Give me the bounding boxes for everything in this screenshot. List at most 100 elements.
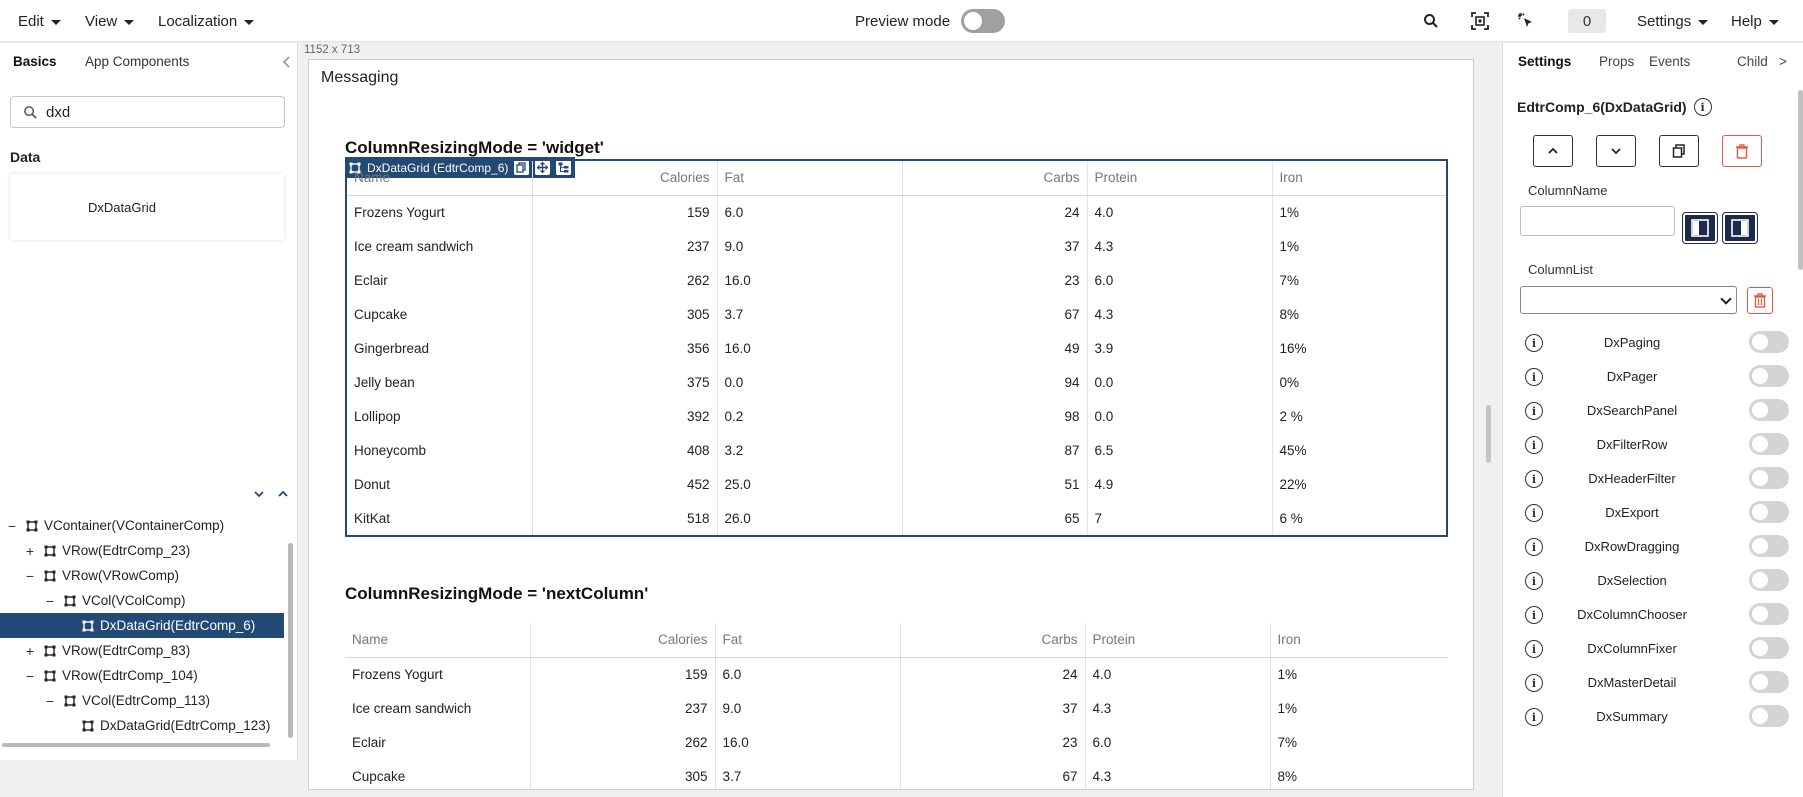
table-row[interactable]: Jelly bean 375 0.0 94 0.0 0% bbox=[347, 365, 1446, 399]
tab-events[interactable]: Events bbox=[1649, 54, 1690, 69]
tab-app-components[interactable]: App Components bbox=[85, 54, 189, 69]
tree-item[interactable]: − VRow(VRowComp) bbox=[24, 563, 179, 588]
tree-toggle[interactable]: − bbox=[6, 518, 18, 534]
tab-settings[interactable]: Settings bbox=[1518, 54, 1571, 69]
info-icon[interactable]: i bbox=[1525, 470, 1543, 488]
tree-toggle[interactable]: + bbox=[24, 543, 36, 559]
tree-toggle[interactable]: + bbox=[24, 643, 36, 659]
info-icon[interactable]: i bbox=[1525, 572, 1543, 590]
tab-props[interactable]: Props bbox=[1599, 54, 1634, 69]
tree-item[interactable]: + VRow(EdtrComp_83) bbox=[24, 638, 190, 663]
tree-item[interactable]: − VRow(EdtrComp_104) bbox=[24, 663, 198, 688]
info-icon[interactable]: i bbox=[1525, 538, 1543, 556]
tree-item[interactable]: − VCol(EdtrComp_113) bbox=[44, 688, 210, 713]
tabs-scroll-right[interactable]: > bbox=[1779, 54, 1787, 69]
info-icon[interactable]: i bbox=[1525, 402, 1543, 420]
info-icon[interactable]: i bbox=[1525, 674, 1543, 692]
plugin-toggle[interactable] bbox=[1749, 603, 1789, 625]
column-list-select[interactable] bbox=[1520, 286, 1737, 314]
tree-horizontal-scrollbar[interactable] bbox=[2, 743, 270, 747]
col-header-iron[interactable]: Iron bbox=[1270, 623, 1448, 658]
info-icon[interactable]: i bbox=[1525, 606, 1543, 624]
duplicate-button[interactable] bbox=[1659, 135, 1699, 167]
expand-all-icon[interactable] bbox=[252, 487, 266, 501]
tree-item[interactable]: − VContainer(VContainerComp) bbox=[6, 513, 224, 538]
plugin-toggle[interactable] bbox=[1749, 399, 1789, 421]
component-search-input[interactable] bbox=[46, 103, 266, 121]
col-header-protein[interactable]: Protein bbox=[1085, 623, 1271, 658]
tree-item[interactable]: + VRow(EdtrComp_23) bbox=[24, 538, 190, 563]
collapse-left-icon[interactable] bbox=[280, 55, 294, 69]
plugin-toggle[interactable] bbox=[1749, 467, 1789, 489]
col-header-protein[interactable]: Protein bbox=[1087, 161, 1273, 196]
table-row[interactable]: Eclair 262 16.0 23 6.0 7% bbox=[345, 725, 1448, 759]
col-header-calories[interactable]: Calories bbox=[530, 623, 716, 658]
info-icon[interactable]: i bbox=[1693, 98, 1712, 116]
data-grid-nextcolumn[interactable]: Name Calories Fat Carbs Protein Iron Fro… bbox=[345, 623, 1448, 789]
col-header-name[interactable]: Name bbox=[347, 161, 533, 196]
tree-toggle[interactable]: − bbox=[44, 693, 56, 709]
plugin-toggle[interactable] bbox=[1749, 501, 1789, 523]
table-row[interactable]: Cupcake 305 3.7 67 4.3 8% bbox=[345, 759, 1448, 789]
table-row[interactable]: Cupcake 305 3.7 67 4.3 8% bbox=[347, 297, 1446, 331]
table-row[interactable]: Gingerbread 356 16.0 49 3.9 16% bbox=[347, 331, 1446, 365]
component-card-dxdatagrid[interactable]: DxDataGrid bbox=[10, 174, 284, 240]
notification-counter[interactable]: 0 bbox=[1568, 9, 1606, 33]
info-icon[interactable]: i bbox=[1525, 708, 1543, 726]
table-row[interactable]: KitKat 518 26.0 65 7 6 % bbox=[347, 501, 1446, 535]
search-icon[interactable] bbox=[1420, 10, 1442, 32]
col-header-carbs[interactable]: Carbs bbox=[902, 161, 1088, 196]
localization-menu[interactable]: Localization bbox=[158, 0, 255, 42]
preview-mode-toggle[interactable] bbox=[961, 9, 1006, 33]
column-name-input[interactable] bbox=[1520, 206, 1675, 236]
col-header-name[interactable]: Name bbox=[345, 623, 531, 658]
tree-toggle[interactable]: − bbox=[24, 668, 36, 684]
table-row[interactable]: Ice cream sandwich 237 9.0 37 4.3 1% bbox=[347, 229, 1446, 263]
table-row[interactable]: Donut 452 25.0 51 4.9 22% bbox=[347, 467, 1446, 501]
plugin-toggle[interactable] bbox=[1749, 637, 1789, 659]
help-menu[interactable]: Help bbox=[1731, 0, 1779, 42]
col-header-iron[interactable]: Iron bbox=[1272, 161, 1446, 196]
qr-scan-icon[interactable] bbox=[1469, 10, 1491, 32]
tree-toggle[interactable]: − bbox=[24, 568, 36, 584]
table-row[interactable]: Honeycomb 408 3.2 87 6.5 45% bbox=[347, 433, 1446, 467]
add-column-right-button[interactable] bbox=[1723, 213, 1757, 243]
col-header-fat[interactable]: Fat bbox=[717, 161, 903, 196]
right-panel-scrollbar[interactable] bbox=[1798, 90, 1803, 270]
col-header-carbs[interactable]: Carbs bbox=[900, 623, 1086, 658]
table-row[interactable]: Eclair 262 16.0 23 6.0 7% bbox=[347, 263, 1446, 297]
info-icon[interactable]: i bbox=[1525, 436, 1543, 454]
plugin-toggle[interactable] bbox=[1749, 569, 1789, 591]
delete-component-button[interactable] bbox=[1722, 135, 1762, 167]
tab-child[interactable]: Child bbox=[1737, 54, 1768, 69]
table-row[interactable]: Ice cream sandwich 237 9.0 37 4.3 1% bbox=[345, 691, 1448, 725]
move-up-button[interactable] bbox=[1533, 135, 1573, 167]
tree-item[interactable]: − VCol(VColComp) bbox=[44, 588, 186, 613]
panel-resize-handle[interactable] bbox=[1486, 405, 1491, 463]
plugin-toggle[interactable] bbox=[1749, 331, 1789, 353]
col-header-fat[interactable]: Fat bbox=[715, 623, 901, 658]
plugin-toggle[interactable] bbox=[1749, 671, 1789, 693]
tree-toggle[interactable]: − bbox=[44, 593, 56, 609]
tree-item[interactable]: DxDataGrid(EdtrComp_123) bbox=[62, 713, 270, 738]
info-icon[interactable]: i bbox=[1525, 504, 1543, 522]
collapse-all-icon[interactable] bbox=[276, 487, 290, 501]
settings-menu[interactable]: Settings bbox=[1637, 0, 1709, 42]
move-down-button[interactable] bbox=[1596, 135, 1636, 167]
view-menu[interactable]: View bbox=[85, 0, 135, 42]
tree-item-selected[interactable]: DxDataGrid(EdtrComp_6) bbox=[0, 613, 284, 638]
col-header-calories[interactable]: Calories bbox=[532, 161, 718, 196]
info-icon[interactable]: i bbox=[1525, 368, 1543, 386]
info-icon[interactable]: i bbox=[1525, 640, 1543, 658]
table-row[interactable]: Frozens Yogurt 159 6.0 24 4.0 1% bbox=[347, 195, 1446, 229]
plugin-toggle[interactable] bbox=[1749, 535, 1789, 557]
edit-menu[interactable]: Edit bbox=[18, 0, 61, 42]
table-row[interactable]: Lollipop 392 0.2 98 0.0 2 % bbox=[347, 399, 1446, 433]
data-grid-widget[interactable]: Name Calories Fat Carbs Protein Iron Fro… bbox=[345, 159, 1448, 537]
plugin-toggle[interactable] bbox=[1749, 365, 1789, 387]
info-icon[interactable]: i bbox=[1525, 334, 1543, 352]
delete-column-button[interactable] bbox=[1747, 287, 1773, 314]
tree-scrollbar[interactable] bbox=[288, 543, 293, 738]
tab-basics[interactable]: Basics bbox=[13, 54, 57, 69]
click-pointer-icon[interactable] bbox=[1515, 10, 1537, 32]
